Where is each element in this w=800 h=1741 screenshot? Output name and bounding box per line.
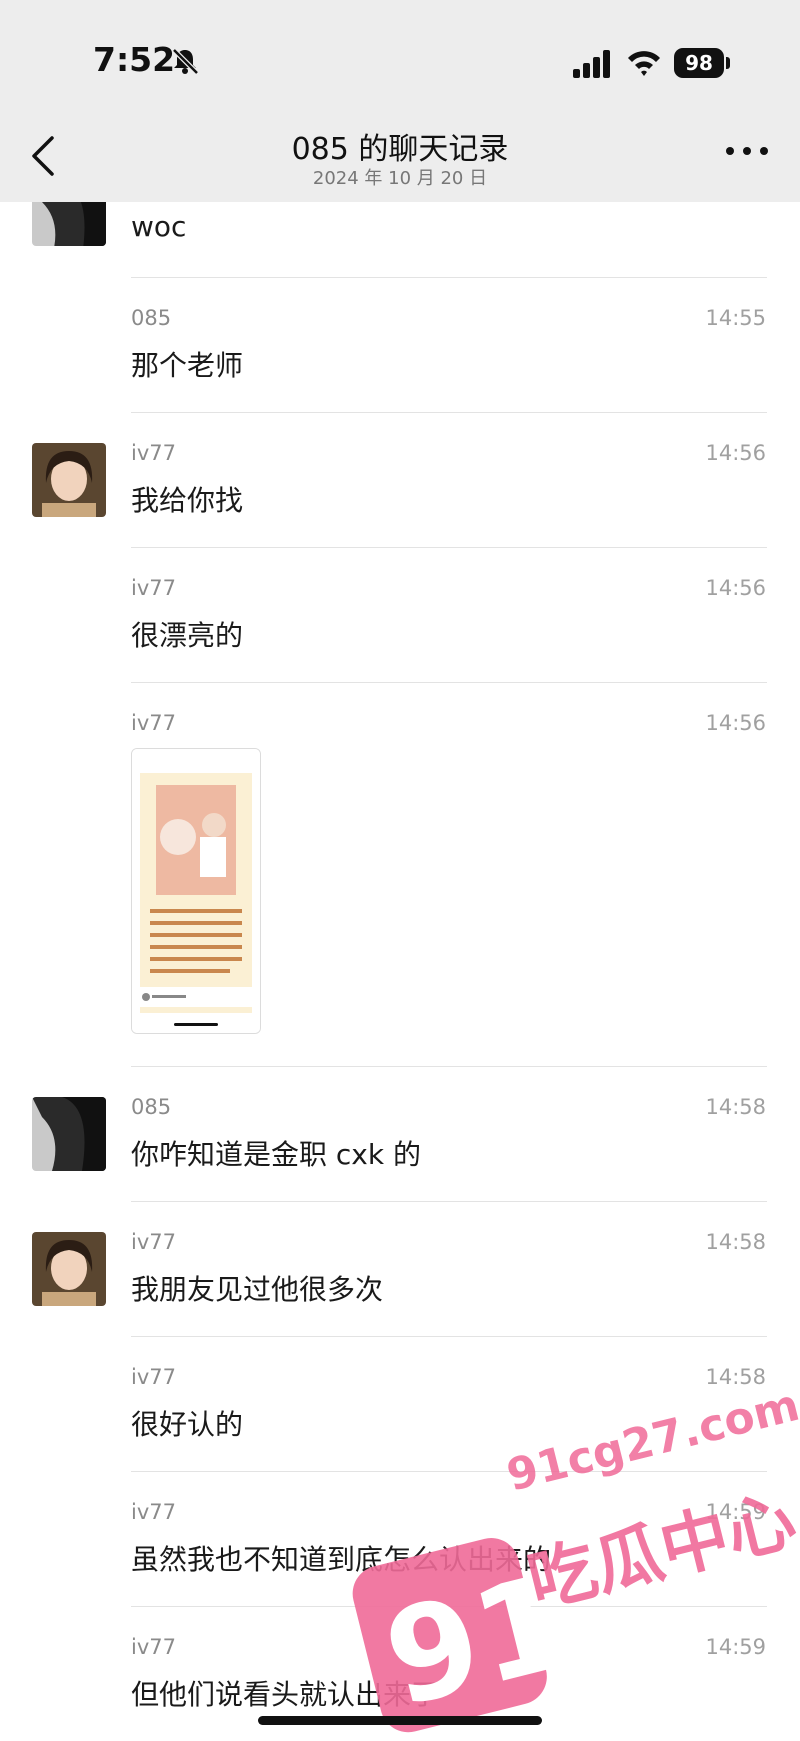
sender-name: 085 [131, 1095, 172, 1119]
cellular-signal-icon [573, 50, 610, 78]
watermark-brand: 吃瓜中心 [520, 1481, 800, 1623]
message-text: 很好认的 [131, 1408, 244, 1441]
home-indicator [258, 1716, 542, 1725]
sender-name: iv77 [131, 576, 176, 600]
sender-name: iv77 [131, 711, 176, 735]
chat-record-item[interactable]: iv77 14:56 我给你找 [0, 413, 800, 548]
avatar [32, 443, 106, 517]
message-text: 很漂亮的 [131, 619, 244, 652]
more-options-icon[interactable] [724, 144, 770, 158]
message-text: 我朋友见过他很多次 [131, 1273, 384, 1306]
chat-record-item-image[interactable]: iv77 14:56 [0, 683, 800, 1067]
top-bar: 7:52 98 085 的聊天记录 2024 年 10 月 20 日 [0, 0, 800, 202]
sender-name: iv77 [131, 1500, 176, 1524]
chat-record-item[interactable]: iv77 14:56 很漂亮的 [0, 548, 800, 683]
message-time: 14:56 [705, 711, 766, 735]
battery-indicator: 98 [674, 48, 724, 78]
avatar [32, 1232, 106, 1306]
message-time: 14:56 [705, 441, 766, 465]
message-text: 那个老师 [131, 349, 244, 382]
message-time: 14:56 [705, 576, 766, 600]
page-title: 085 的聊天记录 [291, 132, 509, 167]
battery-tip [726, 57, 730, 69]
chat-record-item[interactable]: iv77 14:58 我朋友见过他很多次 [0, 1202, 800, 1337]
sender-name: iv77 [131, 1635, 176, 1659]
watermark-site: 91cg27.com [502, 1380, 800, 1502]
screenshot-image[interactable] [131, 748, 261, 1034]
sender-name: 085 [131, 306, 172, 330]
avatar [32, 1097, 106, 1171]
bell-muted-icon [172, 48, 199, 75]
wifi-icon [628, 51, 660, 76]
page-subtitle-date: 2024 年 10 月 20 日 [312, 168, 488, 189]
chat-record-item[interactable]: 085 14:58 你咋知道是金职 cxk 的 [0, 1067, 800, 1202]
sender-name: iv77 [131, 441, 176, 465]
message-time: 14:55 [705, 306, 766, 330]
message-text: 你咋知道是金职 cxk 的 [131, 1138, 421, 1171]
sender-name: iv77 [131, 1365, 176, 1389]
chat-record-item[interactable]: 085 14:55 那个老师 [0, 278, 800, 413]
message-time: 14:58 [705, 1230, 766, 1254]
sender-name: iv77 [131, 1230, 176, 1254]
watermark-logo: 91cg27.com 91 吃瓜中心 [352, 1380, 800, 1736]
message-text: woc [131, 210, 187, 243]
status-time: 7:52 [93, 40, 176, 79]
message-time: 14:58 [705, 1095, 766, 1119]
message-text: 我给你找 [131, 484, 244, 517]
